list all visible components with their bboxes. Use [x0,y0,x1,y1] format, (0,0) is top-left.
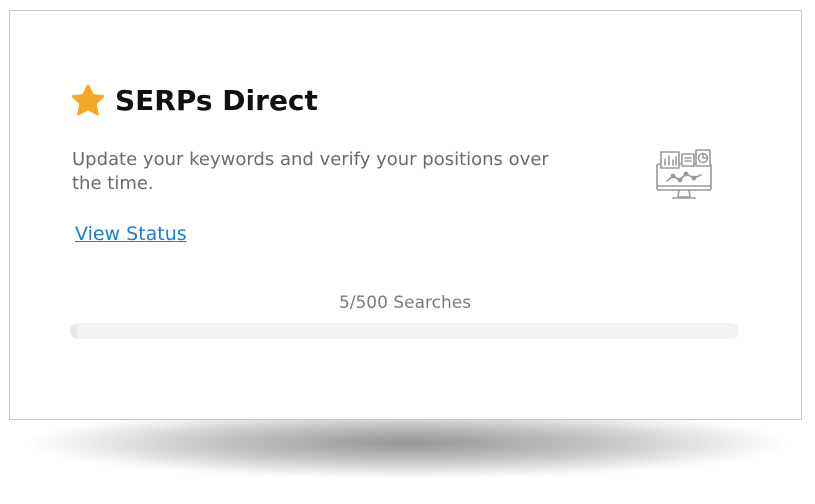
stage: SERPs Direct Update your keywords and ve… [0,0,815,504]
usage-label: 5/500 Searches [338,293,472,313]
subscription-card: SERPs Direct Update your keywords and ve… [9,10,802,420]
card-header: SERPs Direct [70,83,318,119]
analytics-dashboard-icon [656,149,712,199]
card-description: Update your keywords and verify your pos… [72,149,549,194]
usage-progress-bar [70,323,739,339]
usage-progress-fill [70,323,77,339]
card-title: SERPs Direct [115,84,318,117]
view-status-link[interactable]: View Status [75,221,187,247]
star-icon [71,84,105,116]
